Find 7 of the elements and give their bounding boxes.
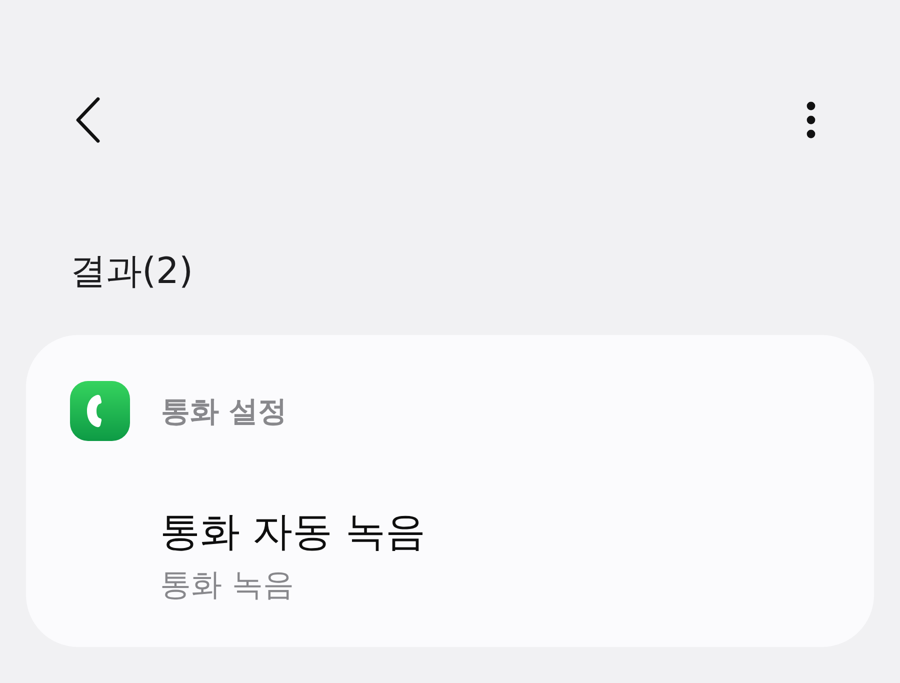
more-options-button[interactable] xyxy=(806,101,816,139)
phone-app-icon xyxy=(70,381,130,441)
more-options-icon xyxy=(806,101,816,139)
result-title[interactable]: 통화 자동 녹음 xyxy=(160,507,426,557)
result-subtitle: 통화 녹음 xyxy=(160,566,295,605)
app-name: 통화 설정 xyxy=(161,393,288,430)
results-heading: 결과(2) xyxy=(70,250,193,294)
